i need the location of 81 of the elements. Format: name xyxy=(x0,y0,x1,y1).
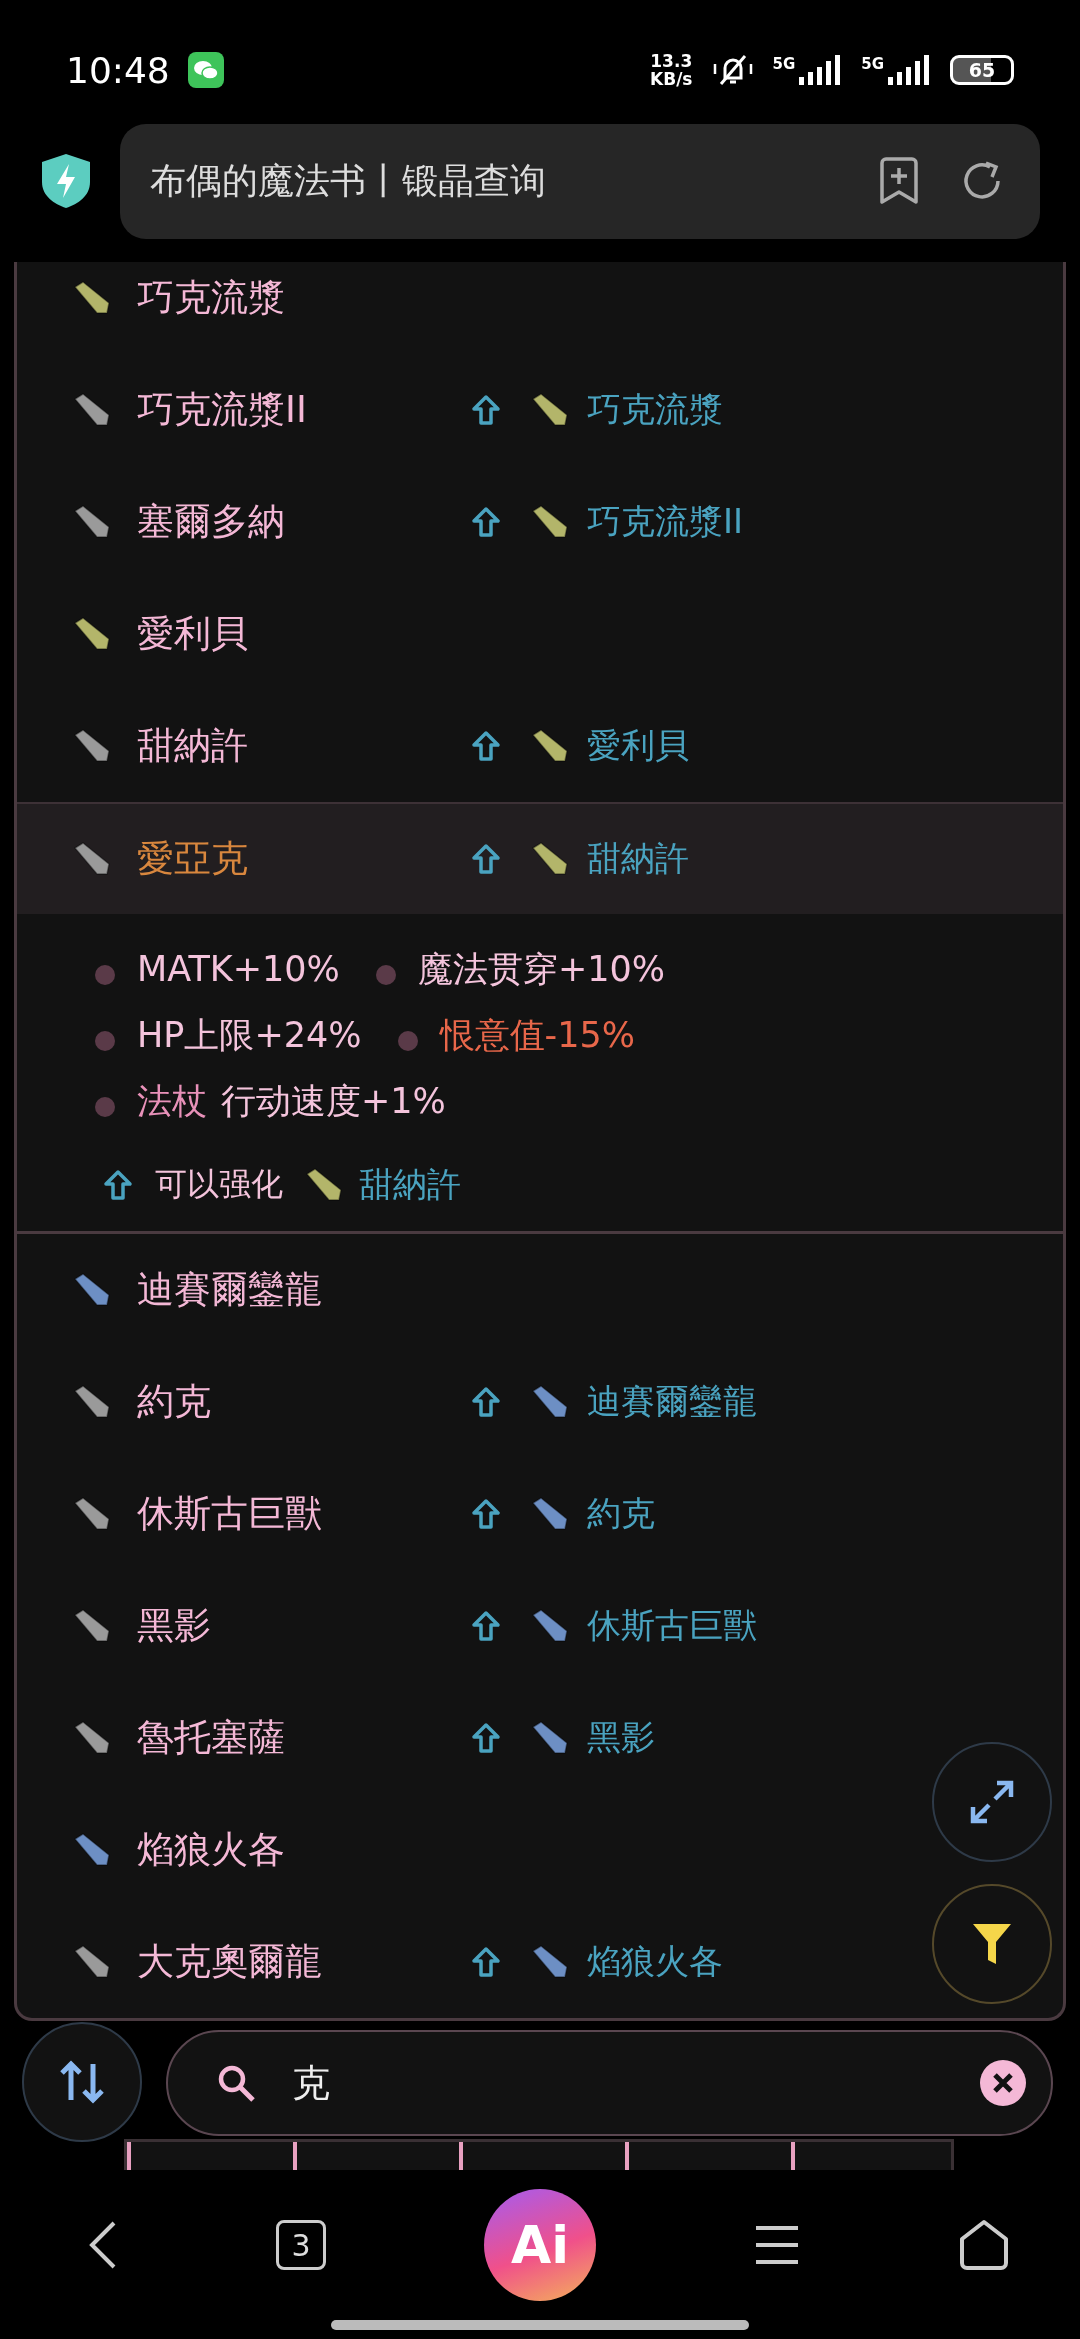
crystal-row[interactable]: 約克 迪賽爾鑾龍 xyxy=(17,1346,777,1458)
crystal-name: 黑影 xyxy=(137,1603,211,1649)
upgrade-link[interactable]: 迪賽爾鑾龍 xyxy=(587,1379,757,1425)
upgrade-link[interactable]: 約克 xyxy=(587,1491,655,1537)
tabs-button[interactable]: 3 xyxy=(276,2220,326,2270)
home-icon[interactable] xyxy=(958,2219,1010,2271)
signal-icon xyxy=(886,55,932,85)
up-arrow-icon xyxy=(471,1386,501,1418)
bullet-icon xyxy=(95,1031,115,1051)
crystal-name: 塞爾多納 xyxy=(137,499,285,545)
upgrade-link[interactable]: 巧克流漿 xyxy=(587,387,723,433)
up-arrow-icon xyxy=(103,1169,133,1201)
sort-icon xyxy=(59,2060,105,2104)
upgrade-label: 可以强化 xyxy=(155,1164,283,1205)
stat-text: 恨意值-15% xyxy=(439,1013,635,1057)
stat-text: 法杖 行动速度+1% xyxy=(137,1079,446,1123)
stat-text: 魔法贯穿+10% xyxy=(417,947,665,991)
upgrade-link[interactable]: 巧克流漿II xyxy=(587,499,744,545)
bullet-icon xyxy=(397,1031,418,1051)
crystal-name: 愛亞克 xyxy=(137,836,248,882)
stat-text: HP上限+24% xyxy=(137,1013,362,1057)
crystal-name: 愛利貝 xyxy=(137,611,248,657)
crystal-row[interactable]: 魯托塞薩 黑影 xyxy=(17,1682,675,1794)
address-bar[interactable]: 布偶的魔法书丨锻晶查询 xyxy=(120,123,1040,239)
clear-icon[interactable] xyxy=(979,2059,1027,2107)
network-speed: 13.3 xyxy=(650,52,693,70)
crystal-name: 約克 xyxy=(137,1379,211,1425)
crystal-row[interactable]: 巧克流漿 xyxy=(17,262,491,354)
crystal-row[interactable]: 塞爾多納 巧克流漿II xyxy=(17,466,764,578)
upgrade-link[interactable]: 焰狼火各 xyxy=(587,1939,723,1985)
network-unit: KB/s xyxy=(650,70,693,88)
upgrade-link[interactable]: 甜納許 xyxy=(587,836,689,882)
search-icon xyxy=(216,2063,256,2103)
crystal-name: 迪賽爾鑾龍 xyxy=(137,1267,322,1313)
crystal-row[interactable]: 休斯古巨獸 約克 xyxy=(17,1458,675,1570)
up-arrow-icon xyxy=(471,843,501,875)
search-field[interactable]: 克 xyxy=(166,2030,1053,2136)
filter-icon xyxy=(971,1922,1013,1966)
network-type: 5G xyxy=(772,55,796,73)
network-type: 5G xyxy=(861,55,884,73)
bookmark-add-icon[interactable] xyxy=(878,157,920,205)
crystal-name: 焰狼火各 xyxy=(137,1827,285,1873)
crystal-row[interactable]: 愛亞克 甜納許 xyxy=(17,802,1063,914)
bullet-icon xyxy=(95,965,115,985)
back-icon[interactable] xyxy=(88,2220,118,2270)
up-arrow-icon xyxy=(471,1610,501,1642)
clock: 10:48 xyxy=(66,49,170,91)
chat-app-icon xyxy=(187,52,224,88)
crystal-row[interactable]: 愛利貝 xyxy=(17,578,491,690)
shield-icon[interactable] xyxy=(40,152,92,210)
upgrade-link[interactable]: 愛利貝 xyxy=(587,723,689,769)
crystal-row[interactable]: 大克奧爾龍 焰狼火各 xyxy=(17,1906,743,2018)
crystal-row[interactable]: 巧克流漿II 巧克流漿 xyxy=(17,354,743,466)
crystal-name: 巧克流漿II xyxy=(137,387,307,433)
crystal-row[interactable]: 迪賽爾鑾龍 xyxy=(17,1234,491,1346)
upgrade-link[interactable]: 甜納許 xyxy=(359,1162,461,1208)
crystal-row[interactable]: 黑影 休斯古巨獸 xyxy=(17,1570,777,1682)
crystal-name: 甜納許 xyxy=(137,723,248,769)
upgrade-link[interactable]: 休斯古巨獸 xyxy=(587,1603,757,1649)
stat-text: MATK+10% xyxy=(137,949,340,989)
expand-icon xyxy=(969,1779,1015,1825)
crystal-name: 休斯古巨獸 xyxy=(137,1491,322,1537)
crystal-name: 巧克流漿 xyxy=(137,275,285,321)
crystal-name: 魯托塞薩 xyxy=(137,1715,285,1761)
up-arrow-icon xyxy=(471,394,501,426)
crystal-row[interactable]: 甜納許 愛利貝 xyxy=(17,690,709,802)
up-arrow-icon xyxy=(471,1722,501,1754)
crystal-name: 大克奧爾龍 xyxy=(137,1939,322,1985)
page-title: 布偶的魔法书丨锻晶查询 xyxy=(150,158,547,203)
menu-icon[interactable] xyxy=(754,2225,800,2265)
up-arrow-icon xyxy=(471,730,501,762)
search-text: 克 xyxy=(292,2059,331,2107)
upgrade-link[interactable]: 黑影 xyxy=(587,1715,655,1761)
pagination-bar[interactable] xyxy=(124,2139,954,2170)
crystal-row[interactable]: 焰狼火各 xyxy=(17,1794,491,1906)
up-arrow-icon xyxy=(471,1946,501,1978)
up-arrow-icon xyxy=(471,1498,501,1530)
battery-indicator: 65 xyxy=(950,55,1014,85)
bullet-icon xyxy=(95,1097,115,1117)
up-arrow-icon xyxy=(471,506,501,538)
bullet-icon xyxy=(375,965,396,985)
